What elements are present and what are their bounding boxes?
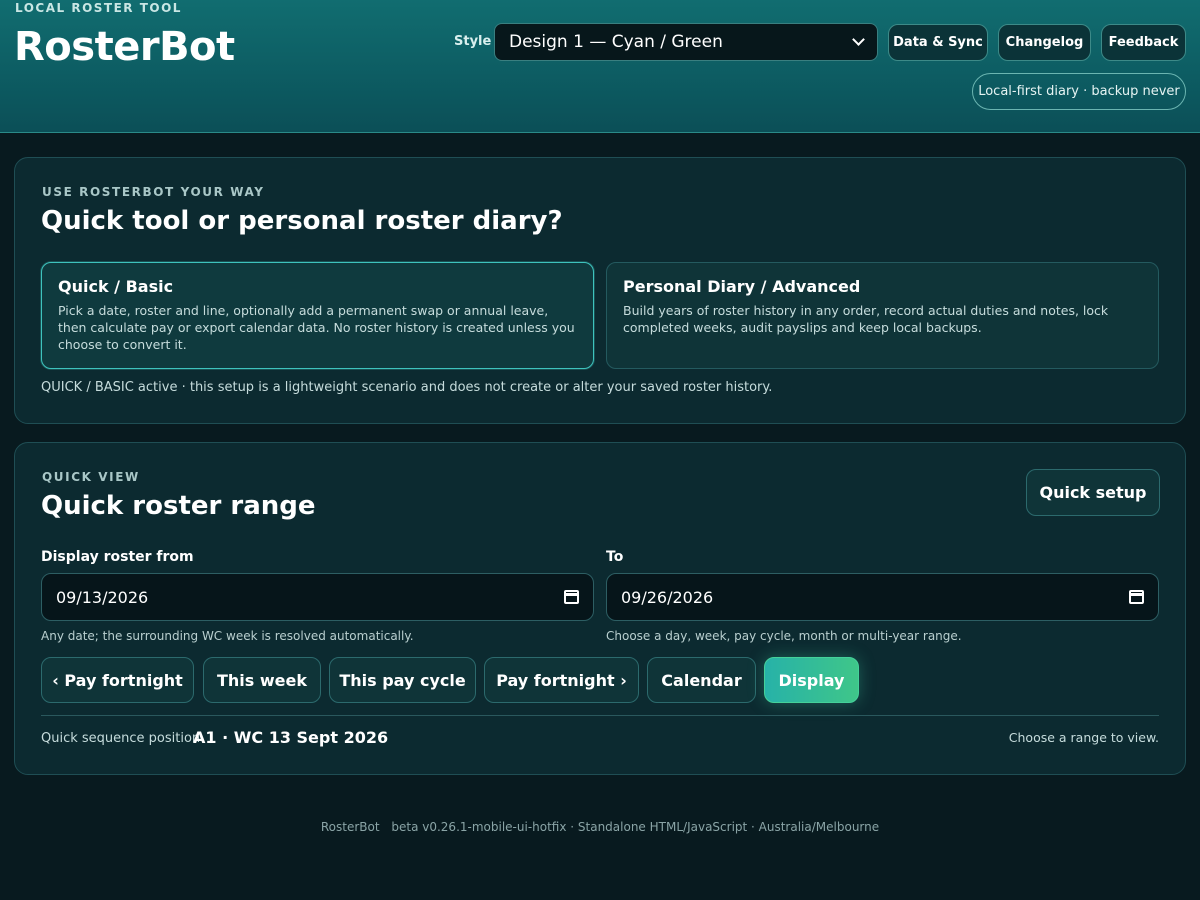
- next-pay-fortnight-button[interactable]: Pay fortnight ›: [484, 657, 639, 703]
- changelog-button[interactable]: Changelog: [998, 24, 1091, 61]
- mode-panel: USE ROSTERBOT YOUR WAY Quick tool or per…: [14, 157, 1186, 424]
- this-week-button[interactable]: This week: [203, 657, 321, 703]
- mode-title: Quick tool or personal roster diary?: [41, 206, 563, 236]
- card-title: Personal Diary / Advanced: [623, 277, 861, 296]
- to-date-value: 09/26/2026: [621, 587, 714, 607]
- calendar-icon[interactable]: [1129, 590, 1144, 604]
- prev-pay-fortnight-button[interactable]: ‹ Pay fortnight: [41, 657, 194, 703]
- footer-app: RosterBot: [320, 820, 380, 834]
- style-select[interactable]: Design 1 — Cyan / Green: [494, 23, 878, 61]
- quick-view-eyebrow: QUICK VIEW: [42, 470, 140, 484]
- divider: [41, 715, 1159, 716]
- display-button[interactable]: Display: [764, 657, 859, 703]
- card-title: Quick / Basic: [58, 277, 174, 296]
- calendar-button[interactable]: Calendar: [647, 657, 756, 703]
- to-label: To: [606, 549, 624, 565]
- to-date-input[interactable]: 09/26/2026: [606, 573, 1159, 621]
- mode-card-quick-basic[interactable]: Quick / Basic Pick a date, roster and li…: [41, 262, 594, 369]
- app-header: LOCAL ROSTER TOOL RosterBot Style Design…: [0, 0, 1200, 133]
- data-sync-button[interactable]: Data & Sync: [888, 24, 988, 61]
- quick-view-title: Quick roster range: [41, 491, 316, 521]
- feedback-button[interactable]: Feedback: [1101, 24, 1186, 61]
- from-hint: Any date; the surrounding WC week is res…: [41, 629, 414, 643]
- mode-card-personal-diary[interactable]: Personal Diary / Advanced Build years of…: [606, 262, 1159, 369]
- sequence-hint: Choose a range to view.: [1008, 730, 1159, 745]
- footer-version: beta v0.26.1-mobile-ui-hotfix · Standalo…: [391, 820, 880, 834]
- card-description: Pick a date, roster and line, optionally…: [58, 303, 575, 352]
- header-eyebrow: LOCAL ROSTER TOOL: [15, 1, 182, 15]
- from-date-value: 09/13/2026: [56, 587, 149, 607]
- from-date-input[interactable]: 09/13/2026: [41, 573, 594, 621]
- sequence-label: Quick sequence position: [41, 731, 201, 746]
- calendar-icon[interactable]: [564, 590, 579, 604]
- style-select-value: Design 1 — Cyan / Green: [509, 32, 723, 52]
- quick-setup-button[interactable]: Quick setup: [1026, 469, 1160, 516]
- chevron-down-icon: [852, 33, 865, 46]
- to-hint: Choose a day, week, pay cycle, month or …: [606, 629, 962, 643]
- sequence-value: A1 · WC 13 Sept 2026: [193, 728, 389, 747]
- mode-status: QUICK / BASIC active · this setup is a l…: [41, 380, 773, 395]
- backup-status-pill: Local-first diary · backup never: [972, 73, 1186, 110]
- mode-eyebrow: USE ROSTERBOT YOUR WAY: [42, 185, 265, 199]
- card-description: Build years of roster history in any ord…: [623, 303, 1109, 335]
- app-brand: RosterBot: [14, 24, 235, 70]
- this-pay-cycle-button[interactable]: This pay cycle: [329, 657, 476, 703]
- footer: RosterBot beta v0.26.1-mobile-ui-hotfix …: [0, 820, 1200, 834]
- style-label: Style: [454, 34, 492, 49]
- from-label: Display roster from: [41, 549, 194, 565]
- quick-view-panel: QUICK VIEW Quick roster range Quick setu…: [14, 442, 1186, 775]
